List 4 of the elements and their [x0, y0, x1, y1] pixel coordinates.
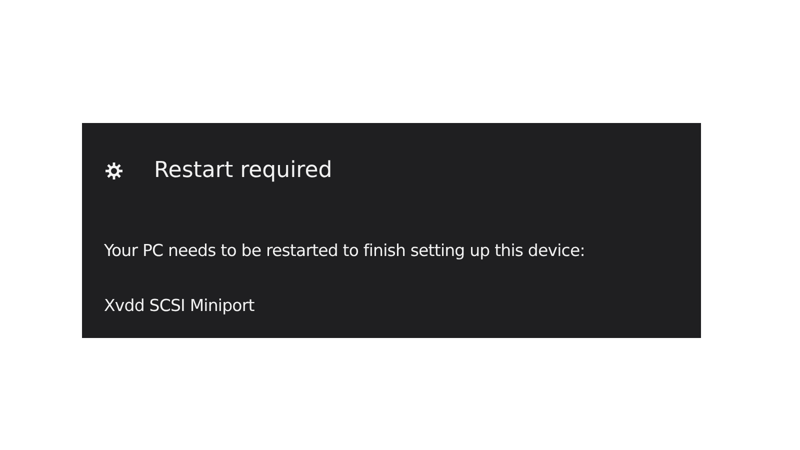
- notification-message: Your PC needs to be restarted to finish setting up this device:: [104, 240, 586, 262]
- device-name: Xvdd SCSI Miniport: [104, 294, 256, 317]
- notification-title: Restart required: [154, 157, 332, 185]
- settings-icon: [104, 161, 124, 181]
